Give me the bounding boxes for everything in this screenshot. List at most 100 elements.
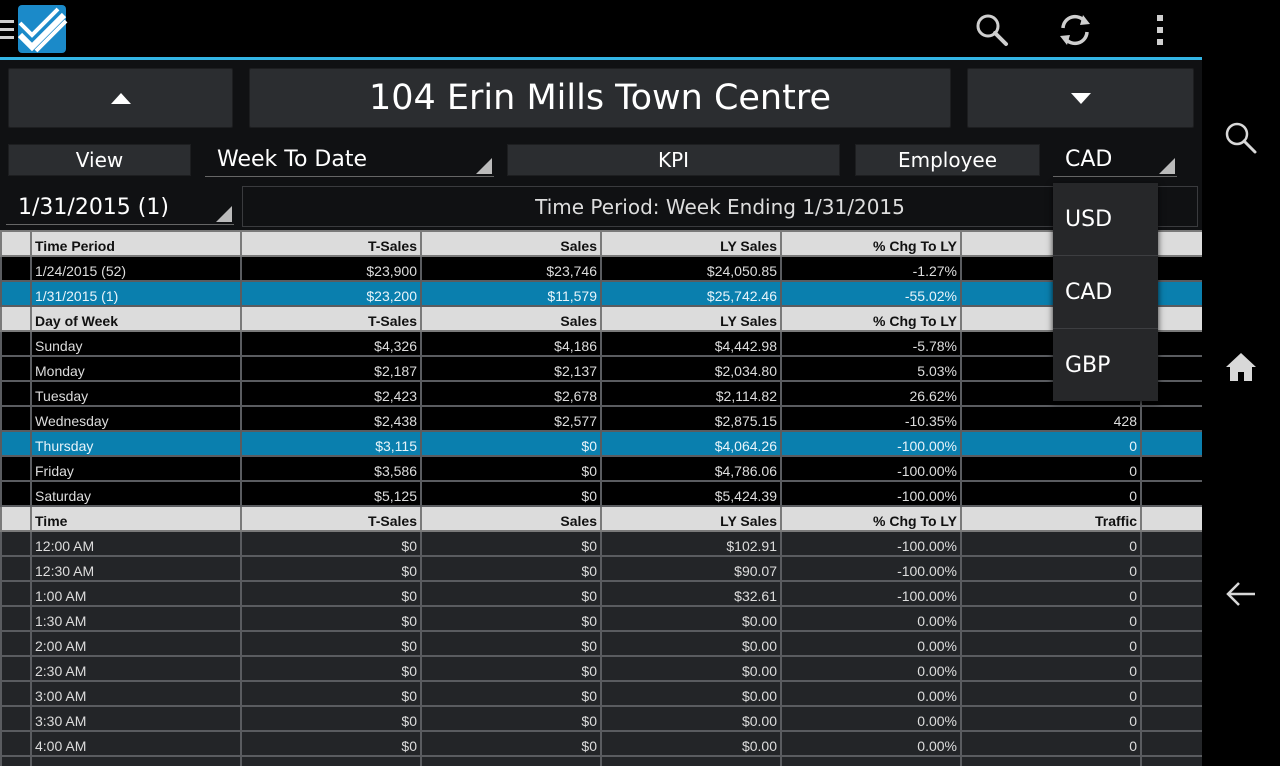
table-cell: 1/31/2015 (1)	[30, 280, 242, 307]
table-cell: $0.00	[600, 755, 782, 766]
chevron-down-icon	[1070, 92, 1091, 104]
table-cell: -100.00%	[780, 430, 962, 457]
row-tail-cell	[1140, 455, 1202, 482]
currency-option-usd[interactable]: USD	[1053, 183, 1158, 256]
table-cell: $0.00	[600, 655, 782, 682]
currency-spinner[interactable]: CAD	[1053, 143, 1177, 177]
table-cell: $0	[420, 480, 602, 507]
next-store-button[interactable]	[967, 68, 1194, 128]
table-cell: $23,746	[420, 255, 602, 282]
table-row[interactable]: 2:00 AM $0 $0 $0.00 0.00% 0	[0, 630, 1202, 657]
table-cell: $0.00	[600, 630, 782, 657]
row-stub-cell	[0, 655, 32, 682]
table-row[interactable]: 2:30 AM $0 $0 $0.00 0.00% 0	[0, 655, 1202, 682]
kpi-button[interactable]: KPI	[507, 144, 840, 176]
table-row[interactable]: 3:00 AM $0 $0 $0.00 0.00% 0	[0, 680, 1202, 707]
row-stub-cell	[0, 355, 32, 382]
table-row[interactable]: Sunday $4,326 $4,186 $4,442.98 -5.78%	[0, 330, 1202, 357]
table-row[interactable]: 12:30 AM $0 $0 $90.07 -100.00% 0	[0, 555, 1202, 582]
row-stub-cell	[0, 255, 32, 282]
table-cell: -100.00%	[780, 580, 962, 607]
column-header: Time	[30, 505, 242, 532]
table-cell: $2,034.80	[600, 355, 782, 382]
table-cell: $3,586	[240, 455, 422, 482]
table-cell: 0.00%	[780, 680, 962, 707]
table-cell: $2,577	[420, 405, 602, 432]
home-icon[interactable]	[1221, 347, 1261, 387]
table-cell: $0	[420, 580, 602, 607]
currency-option-cad[interactable]: CAD	[1053, 256, 1158, 329]
row-tail-cell	[1140, 605, 1202, 632]
table-row[interactable]: 1/31/2015 (1) $23,200 $11,579 $25,742.46 -55…	[0, 280, 1202, 307]
table-cell: 0	[960, 705, 1142, 732]
table-cell: Saturday	[30, 480, 242, 507]
table-cell: $0	[420, 705, 602, 732]
table-cell: 0	[960, 630, 1142, 657]
table-row[interactable]: 4:00 AM $0 $0 $0.00 0.00% 0	[0, 730, 1202, 757]
view-button[interactable]: View	[8, 144, 191, 176]
table-cell: $2,423	[240, 380, 422, 407]
table-row[interactable]: Wednesday $2,438 $2,577 $2,875.15 -10.35% 428	[0, 405, 1202, 432]
table-cell: Monday	[30, 355, 242, 382]
row-stub-cell	[0, 330, 32, 357]
table-row[interactable]: 1:30 AM $0 $0 $0.00 0.00% 0	[0, 605, 1202, 632]
table-cell: 0	[960, 530, 1142, 557]
search-icon[interactable]	[974, 10, 1010, 50]
table-cell: 0	[960, 580, 1142, 607]
table-cell: 1/24/2015 (52)	[30, 255, 242, 282]
column-header: Sales	[420, 505, 602, 532]
refresh-icon[interactable]	[1057, 10, 1093, 50]
view-period-spinner[interactable]: Week To Date	[205, 143, 494, 177]
back-icon[interactable]	[1221, 574, 1261, 614]
table-row[interactable]: Tuesday $2,423 $2,678 $2,114.82 26.62%	[0, 380, 1202, 407]
row-stub-cell	[0, 480, 32, 507]
table-row[interactable]: 12:00 AM $0 $0 $102.91 -100.00% 0	[0, 530, 1202, 557]
table-row[interactable]: Monday $2,187 $2,137 $2,034.80 5.03%	[0, 355, 1202, 382]
employee-button[interactable]: Employee	[855, 144, 1040, 176]
table-cell: Friday	[30, 455, 242, 482]
store-title-bar: 104 Erin Mills Town Centre	[249, 68, 951, 128]
hamburger-icon[interactable]	[0, 20, 14, 44]
table-cell: $0	[240, 680, 422, 707]
row-stub-cell	[0, 305, 32, 332]
table-cell: Wednesday	[30, 405, 242, 432]
column-header: % Chg To LY	[780, 305, 962, 332]
table-cell: $0	[240, 705, 422, 732]
row-stub-cell	[0, 605, 32, 632]
table-cell: $23,200	[240, 280, 422, 307]
table-cell: $0	[420, 555, 602, 582]
table-cell: $0	[420, 730, 602, 757]
table-row[interactable]: Friday $3,586 $0 $4,786.06 -100.00% 0	[0, 455, 1202, 482]
table-cell: -100.00%	[780, 555, 962, 582]
column-header: T-Sales	[240, 505, 422, 532]
table-cell: $4,064.26	[600, 430, 782, 457]
table-cell: $90.07	[600, 555, 782, 582]
table-cell: 0.00%	[780, 730, 962, 757]
table-cell: Sunday	[30, 330, 242, 357]
date-spinner[interactable]: 1/31/2015 (1)	[6, 191, 234, 225]
overflow-menu-icon[interactable]	[1142, 10, 1178, 50]
table-row[interactable]: 1/24/2015 (52) $23,900 $23,746 $24,050.85 -1…	[0, 255, 1202, 282]
date-value: 1/31/2015 (1)	[18, 195, 169, 220]
table-cell: -100.00%	[780, 480, 962, 507]
search-icon[interactable]	[1221, 118, 1261, 158]
currency-option-gbp[interactable]: GBP	[1053, 329, 1158, 402]
table-cell: 428	[960, 405, 1142, 432]
previous-store-button[interactable]	[8, 68, 233, 128]
table-cell: $0	[240, 730, 422, 757]
table-cell: $0	[240, 755, 422, 766]
table-cell: $0	[420, 430, 602, 457]
row-stub-cell	[0, 230, 32, 257]
table-row[interactable]: Thursday $3,115 $0 $4,064.26 -100.00% 0	[0, 430, 1202, 457]
table-cell: -10.35%	[780, 405, 962, 432]
row-tail-cell	[1140, 580, 1202, 607]
app-logo-icon[interactable]	[17, 5, 68, 55]
row-stub-cell	[0, 730, 32, 757]
table-row[interactable]: 4:30 AM$0$0$0.000.00%0	[0, 755, 1202, 766]
row-stub-cell	[0, 630, 32, 657]
table-cell: $2,187	[240, 355, 422, 382]
table-row[interactable]: Saturday $5,125 $0 $5,424.39 -100.00% 0	[0, 480, 1202, 507]
table-cell: 0.00%	[780, 605, 962, 632]
table-row[interactable]: 1:00 AM $0 $0 $32.61 -100.00% 0	[0, 580, 1202, 607]
table-row[interactable]: 3:30 AM $0 $0 $0.00 0.00% 0	[0, 705, 1202, 732]
